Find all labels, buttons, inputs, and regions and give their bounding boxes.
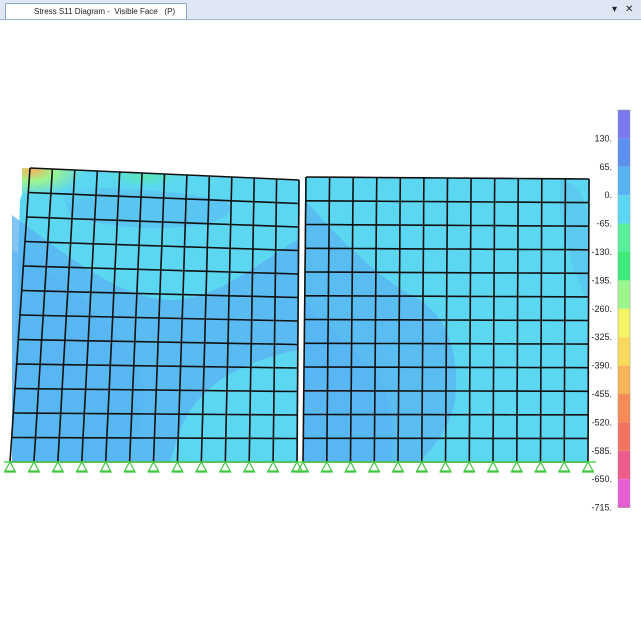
pin-support-icon (320, 460, 333, 473)
stress-contour-diagram: 130. 65. 0. -65. -130. -195. -260. -325. -390. -4… (3, 109, 631, 513)
legend-color-swatch (618, 308, 630, 338)
pin-support-icon (510, 460, 523, 473)
support-row (3, 460, 596, 473)
legend-color-swatch (618, 422, 630, 451)
legend-color-swatch (618, 450, 630, 480)
legend-value-label: -455. (591, 389, 612, 399)
legend-color-swatch (618, 280, 630, 309)
pin-support-icon (171, 460, 184, 473)
pin-support-icon (581, 460, 595, 473)
legend-color-swatch (618, 394, 630, 423)
pin-support-icon (219, 460, 232, 473)
legend-value-label: 65. (599, 162, 612, 172)
legend-value-label: -585. (591, 446, 612, 456)
pin-support-icon (534, 460, 547, 473)
legend-color-swatch (618, 223, 630, 252)
legend-color-swatch (618, 166, 630, 196)
pin-support-icon (123, 460, 136, 473)
legend-value-label: -195. (591, 275, 612, 285)
pin-support-icon (296, 460, 310, 473)
legend-value-label: -520. (591, 417, 612, 427)
pin-support-icon (463, 460, 476, 473)
pin-support-icon (486, 460, 500, 473)
pin-support-icon (368, 460, 381, 473)
legend-value-label: 130. (594, 133, 612, 143)
pin-support-icon (344, 460, 357, 473)
legend-color-swatch (618, 252, 630, 281)
legend-value-label: 0. (604, 190, 612, 200)
pin-support-icon (439, 460, 452, 473)
legend-value-label: -390. (591, 361, 612, 371)
legend-value-label: -65. (596, 219, 612, 229)
pin-support-icon (75, 460, 88, 473)
pin-support-icon (147, 460, 160, 473)
pin-support-icon (27, 460, 40, 473)
pin-support-icon (558, 460, 571, 473)
pin-support-icon (99, 460, 112, 473)
legend-color-swatch (618, 138, 630, 167)
legend-color-swatch (618, 195, 630, 224)
legend-color-swatch (618, 110, 630, 139)
legend-value-label: -130. (591, 247, 612, 257)
pin-support-icon (51, 460, 64, 473)
legend-value-label: -650. (591, 474, 612, 484)
mesh-column-line (587, 178, 590, 463)
pin-support-icon (243, 460, 256, 473)
pin-support-icon (391, 460, 405, 473)
legend-value-label: -325. (591, 332, 612, 342)
legend-value-label: -260. (591, 304, 612, 314)
pin-support-icon (415, 460, 428, 473)
legend-color-swatch (618, 479, 630, 508)
pin-support-icon (3, 460, 17, 473)
color-legend: 130. 65. 0. -65. -130. -195. -260. -325. -390. -4… (591, 109, 631, 513)
pin-support-icon (195, 460, 208, 473)
legend-color-swatch (618, 337, 630, 366)
legend-color-swatch (618, 365, 630, 394)
pin-support-icon (267, 460, 280, 473)
legend-value-label: -715. (591, 503, 612, 513)
